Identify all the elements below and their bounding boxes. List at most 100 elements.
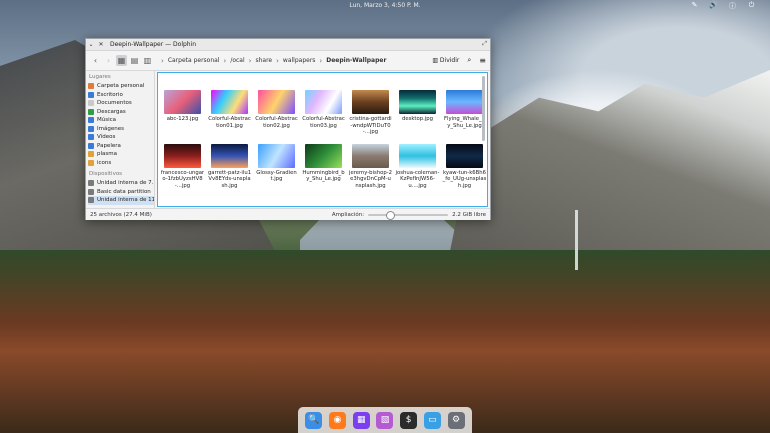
chevron-right-icon: › [223,56,227,65]
file-thumbnail [258,143,295,168]
hamburger-menu-icon[interactable]: ≡ [479,56,486,65]
file-name: joshua-coleman-KzPefInJW56-u....jpg [395,169,440,189]
breadcrumb-item[interactable]: Carpeta personal [168,57,220,64]
title-bar[interactable]: ⌄ ✕ Deepin-Wallpaper — Dolphin ⤢ [86,39,490,51]
store-icon[interactable]: ▦ [352,411,370,429]
file-item[interactable]: desktop.jpg [394,90,441,136]
file-view[interactable]: abc-123.jpg Colorful-Abstraction01.jpg Col… [157,72,488,207]
sidebar-place-item[interactable]: icons [88,159,154,168]
file-manager-icon[interactable]: ▭ [423,411,441,429]
sidebar-place-item-label: Papelera [97,142,121,149]
compact-view-button[interactable]: ▤ [129,55,140,66]
terminal-icon[interactable]: $ [400,411,418,429]
sidebar-place-item-label: icons [97,159,112,166]
info-icon[interactable]: ⓘ [728,1,737,11]
breadcrumb-item[interactable]: /ocal [230,57,244,64]
breadcrumb-item[interactable]: wallpapers [283,57,316,64]
split-icon: ▥ [432,57,438,64]
back-button[interactable]: ‹ [90,55,101,66]
sidebar-place-item[interactable]: Descargas [88,108,154,117]
zoom-control: Ampliación: 2.2 GiB libre [331,210,486,220]
sidebar-device-item[interactable]: Basic data partition [88,188,154,197]
file-item[interactable]: jeremy-bishop-2e3hgvDnCpM-unsplash.jpg [347,143,394,190]
sidebar-place-item-label: plasma [97,151,117,158]
file-name: desktop.jpg [401,116,433,122]
sidebar-place-item[interactable]: Música [88,116,154,125]
zoom-slider-handle[interactable] [386,210,396,220]
power-icon[interactable]: ⏻ [747,1,756,11]
close-icon[interactable]: ✕ [96,41,106,48]
dolphin-window: ⌄ ✕ Deepin-Wallpaper — Dolphin ⤢ ‹ › ▦ ▤… [85,38,491,220]
split-button[interactable]: ▥ Dividir [432,57,459,64]
search-icon[interactable]: ⌕ [467,56,471,65]
sidebar-place-item[interactable]: Papelera [88,142,154,151]
file-item[interactable]: kyaw-tun-k6Bh6_fe_UUg-unsplash.jpg [441,143,487,190]
file-item[interactable]: cristina-gottardi-wndpWTiDuT0-...jpg [347,90,394,136]
file-item[interactable]: abc-123.jpg [159,90,206,136]
file-item[interactable]: Hummingbird_by_Shu_Le.jpg [300,143,347,190]
folder-icon [88,117,94,124]
sidebar-device-item[interactable]: Unidad interna de 7... [88,179,154,188]
file-thumbnail [352,143,389,168]
sidebar-device-item-label: Basic data partition [97,188,151,195]
file-grid: abc-123.jpg Colorful-Abstraction01.jpg Col… [158,73,487,190]
volume-icon[interactable]: 🔊 [709,1,718,11]
sidebar-device-item[interactable]: Unidad interna de 11... [88,196,154,205]
window-menu-icon[interactable]: ⌄ [86,41,96,48]
file-item[interactable]: francesco-ungaro-1fzbUyzsHV8-...jpg [159,143,206,190]
breadcrumb-item[interactable]: share [255,57,272,64]
file-thumbnail [446,90,483,114]
firefox-icon[interactable]: ◉ [329,411,347,429]
details-view-button[interactable]: ▥ [142,55,153,66]
folder-icon [88,83,94,90]
sidebar-place-item[interactable]: Carpeta personal [88,82,154,91]
chevron-right-icon: › [276,56,279,65]
scrollbar[interactable] [482,76,485,141]
free-space: 2.2 GiB libre [452,211,486,218]
forward-button[interactable]: › [103,55,114,66]
places-header: Lugares [89,74,111,80]
sidebar-place-item-label: Descargas [97,108,126,115]
file-thumbnail [211,143,248,168]
launcher-icon[interactable]: 🔍 [305,411,323,429]
sidebar-place-item[interactable]: Imágenes [88,125,154,134]
file-name: Colorful-Abstraction01.jpg [208,116,251,129]
chevron-right-icon: › [248,56,252,65]
folder-icon [88,91,94,98]
file-name: abc-123.jpg [166,116,199,122]
zoom-slider[interactable] [368,210,449,220]
zoom-label: Ampliación: [331,211,365,218]
sidebar-place-item[interactable]: Vídeos [88,133,154,142]
file-thumbnail [446,143,483,168]
file-thumbnail [211,90,248,114]
file-item[interactable]: Flying_Whale_by_Shu_Le.jpg [441,90,487,136]
folder-icon [88,108,94,115]
split-label: Dividir [439,57,460,64]
clock[interactable]: Lun, Marzo 3, 4:50 P. M. [0,2,770,9]
breadcrumb-current[interactable]: Deepin-Wallpaper [326,57,386,64]
places-panel: Lugares Carpeta personal Escritorio Docume… [86,71,155,208]
file-thumbnail [164,90,201,114]
file-item[interactable]: Colorful-Abstraction03.jpg [300,90,347,136]
icons-view-button[interactable]: ▦ [116,55,127,66]
sidebar-place-item[interactable]: Documentos [88,99,154,108]
file-thumbnail [399,90,436,114]
folder-icon [88,151,94,158]
file-item[interactable]: Colorful-Abstraction01.jpg [206,90,253,136]
dock: 🔍 ◉ ▦ ▧ $ ▭ ⚙ [298,407,472,433]
image-viewer-icon[interactable]: ▧ [376,411,394,429]
maximize-icon[interactable]: ⤢ [482,40,487,48]
settings-icon[interactable]: ⚙ [447,411,465,429]
pen-icon[interactable]: ✎ [690,1,699,11]
file-item[interactable]: garrett-patz-ilu1Vv8EYds-unsplash.jpg [206,143,253,190]
sidebar-place-item[interactable]: plasma [88,150,154,159]
folder-icon [88,134,94,141]
file-item[interactable]: Colorful-Abstraction02.jpg [253,90,300,136]
file-name: Glossy-Gradient.jpg [256,169,297,183]
file-item[interactable]: joshua-coleman-KzPefInJW56-u....jpg [394,143,441,190]
window-body: Lugares Carpeta personal Escritorio Docume… [86,71,490,208]
folder-icon [88,197,94,204]
sidebar-place-item[interactable]: Escritorio [88,91,154,100]
file-item[interactable]: Glossy-Gradient.jpg [253,143,300,190]
sidebar-place-item-label: Vídeos [97,134,116,141]
